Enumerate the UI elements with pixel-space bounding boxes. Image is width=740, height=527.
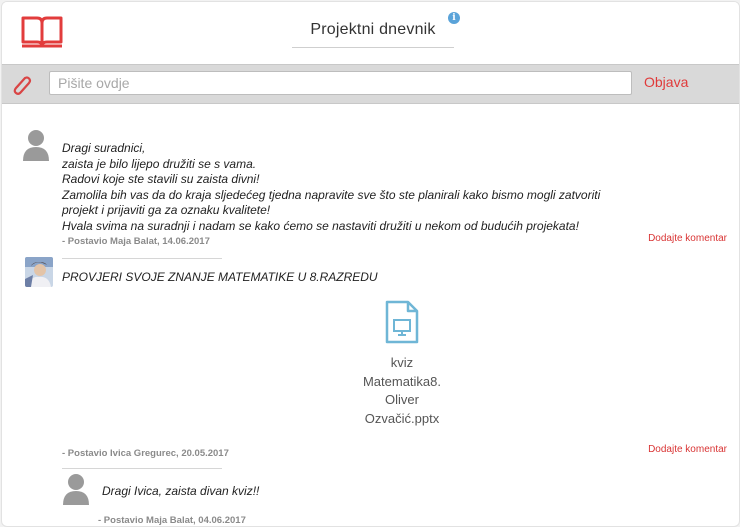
page-title: Projektni dnevnik xyxy=(310,21,436,38)
post-line: projekt i prijaviti ga za oznaku kvalite… xyxy=(62,203,271,217)
post-line: zaista je bilo lijepo družiti se s vama. xyxy=(62,156,257,171)
post-input[interactable] xyxy=(49,71,632,95)
publish-button[interactable]: Objava xyxy=(644,74,688,90)
post-line: Dragi suradnici, xyxy=(62,141,146,155)
page-title-wrap: Projektni dnevnik xyxy=(292,15,454,48)
post-meta: - Postavio Ivica Gregurec, 20.05.2017 xyxy=(62,448,229,459)
post-line: Zamolila bih vas da do kraja sljedećeg t… xyxy=(62,187,601,202)
reply-meta: - Postavio Maja Balat, 04.06.2017 xyxy=(98,515,246,526)
post-line: Radovi koje ste stavili su zaista divni! xyxy=(62,172,260,186)
book-icon xyxy=(21,16,63,48)
file-attachment[interactable]: kviz Matematika8. Oliver Ozvačić.pptx xyxy=(342,300,462,428)
default-avatar-icon xyxy=(63,474,89,505)
file-name-line: Ozvačić.pptx xyxy=(364,410,440,426)
app-window: Projektni dnevnik i Objava Dragi suradni… xyxy=(1,1,740,527)
file-name-line: Oliver xyxy=(385,392,419,407)
post-title: PROVJERI SVOJE ZNANJE MATEMATIKE U 8.RAZ… xyxy=(62,270,378,284)
post-body: Dragi suradnici, zaista je bilo lijepo d… xyxy=(62,141,732,234)
reply-body: Dragi Ivica, zaista divan kviz!! xyxy=(102,484,260,498)
composer-bar: Objava xyxy=(2,64,739,104)
paperclip-icon[interactable] xyxy=(10,74,32,96)
divider xyxy=(62,468,222,469)
presentation-file-icon xyxy=(385,300,419,344)
header: Projektni dnevnik i xyxy=(2,2,739,60)
default-avatar-icon xyxy=(23,130,49,161)
divider xyxy=(62,258,222,259)
user-avatar xyxy=(25,257,53,287)
info-icon[interactable]: i xyxy=(448,12,460,24)
file-name: kviz Matematika8. Oliver Ozvačić.pptx xyxy=(342,354,462,428)
post-meta: - Postavio Maja Balat, 14.06.2017 xyxy=(62,236,210,247)
file-name-line: Matematika8. xyxy=(362,373,442,389)
post-line: Hvala svima na suradnji i nadam se kako … xyxy=(62,218,579,233)
add-comment-link[interactable]: Dodajte komentar xyxy=(648,444,727,455)
add-comment-link[interactable]: Dodajte komentar xyxy=(648,233,727,244)
file-name-line: kviz xyxy=(390,355,414,370)
